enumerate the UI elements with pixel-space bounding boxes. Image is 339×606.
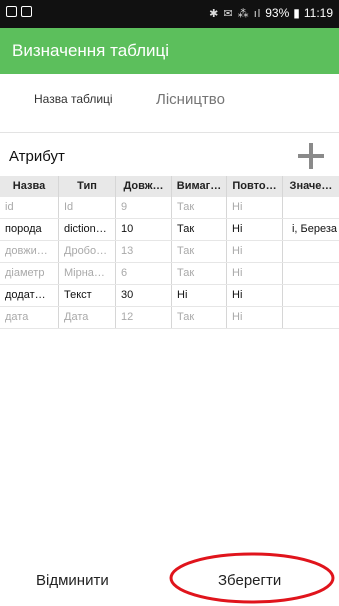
cell-repeat: Ні [227, 241, 283, 262]
attributes-heading: Атрибут [9, 148, 65, 165]
cell-name: дата [0, 307, 59, 328]
status-indicators: ✱ ✉ ⁂ ıl 93% ▮ 11:19 [209, 6, 333, 20]
cell-length: 9 [116, 197, 172, 218]
cell-name: порода [0, 219, 59, 240]
cell-required: Так [172, 241, 227, 262]
table-name-input[interactable] [156, 88, 306, 110]
column-header-length[interactable]: Довж… [116, 176, 172, 197]
cell-required: Так [172, 263, 227, 284]
cell-repeat: Ні [227, 285, 283, 306]
cell-required: Так [172, 219, 227, 240]
battery-percent: 93% [265, 6, 290, 20]
cell-value [283, 197, 339, 218]
table-row[interactable]: довжи… Дробо… 13 Так Ні [0, 241, 339, 263]
cell-required: Так [172, 307, 227, 328]
status-bar: ✱ ✉ ⁂ ıl 93% ▮ 11:19 [0, 0, 339, 28]
cell-type: Дробо… [59, 241, 116, 262]
cell-name: додат… [0, 285, 59, 306]
cell-name: довжи… [0, 241, 59, 262]
cell-type: Мірна… [59, 263, 116, 284]
cell-type: Id [59, 197, 116, 218]
cell-repeat: Ні [227, 219, 283, 240]
divider [0, 132, 339, 133]
column-header-required[interactable]: Вимаг… [172, 176, 227, 197]
column-header-repeat[interactable]: Повто… [227, 176, 283, 197]
table-row[interactable]: додат… Текст 30 Ні Ні [0, 285, 339, 307]
table-header: Назва Тип Довж… Вимаг… Повто… Значе… [0, 176, 339, 197]
signal-icons: ✱ ✉ ⁂ ıl [209, 7, 262, 20]
table-name-label: Назва таблиці [34, 92, 113, 106]
column-header-type[interactable]: Тип [59, 176, 116, 197]
cell-length: 10 [116, 219, 172, 240]
cell-length: 12 [116, 307, 172, 328]
cell-length: 13 [116, 241, 172, 262]
cell-length: 30 [116, 285, 172, 306]
cell-value: і, Береза [291, 223, 337, 235]
cell-repeat: Ні [227, 307, 283, 328]
cell-name: id [0, 197, 59, 218]
cell-length: 6 [116, 263, 172, 284]
add-attribute-button[interactable] [298, 143, 324, 169]
cell-repeat: Ні [227, 263, 283, 284]
cell-type: diction… [59, 219, 116, 240]
cell-type: Текст [59, 285, 116, 306]
save-button[interactable]: Зберегти [218, 572, 281, 589]
cell-name: діаметр [0, 263, 59, 284]
cell-required: Так [172, 197, 227, 218]
table-row[interactable]: id Id 9 Так Ні [0, 197, 339, 219]
column-header-value[interactable]: Значе… [283, 176, 339, 197]
clock: 11:19 [303, 6, 333, 20]
page-title: Визначення таблиці [12, 41, 170, 60]
message-notification-icon [21, 6, 32, 17]
table-row[interactable]: дата Дата 12 Так Ні [0, 307, 339, 329]
cell-value [283, 285, 339, 306]
cell-type: Дата [59, 307, 116, 328]
action-bar: Відминити Зберегти [0, 560, 339, 606]
attributes-table: Назва Тип Довж… Вимаг… Повто… Значе… id … [0, 176, 339, 329]
cancel-button[interactable]: Відминити [36, 572, 109, 589]
column-header-name[interactable]: Назва [0, 176, 59, 197]
cell-value [283, 263, 339, 284]
table-row[interactable]: порода diction… 10 Так Ні і, Береза [0, 219, 339, 241]
cell-value [283, 241, 339, 262]
app-bar: Визначення таблиці [0, 28, 339, 74]
cell-repeat: Ні [227, 197, 283, 218]
battery-icon: ▮ [293, 6, 300, 20]
cell-value [283, 307, 339, 328]
image-notification-icon [6, 6, 17, 17]
cell-required: Ні [172, 285, 227, 306]
table-row[interactable]: діаметр Мірна… 6 Так Ні [0, 263, 339, 285]
notification-icons [6, 6, 32, 17]
